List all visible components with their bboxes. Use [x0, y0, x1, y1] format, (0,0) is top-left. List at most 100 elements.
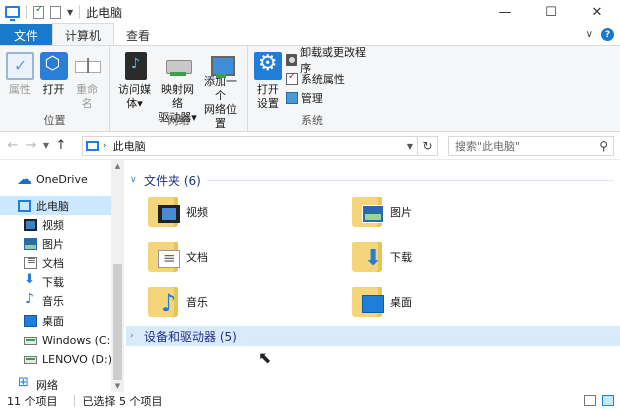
system-properties-icon: [285, 71, 298, 85]
tab-view[interactable]: 查看: [114, 24, 162, 46]
up-arrow-icon[interactable]: ↑: [52, 138, 70, 153]
folder-documents[interactable]: 文档: [148, 235, 328, 279]
folder-music[interactable]: 音乐: [148, 280, 328, 324]
nav-item-drive-d[interactable]: LENOVO (D:): [24, 350, 112, 369]
devices-section-title: 设备和驱动器 (5): [144, 329, 237, 344]
settings-gear-icon: [253, 51, 282, 80]
minimize-button[interactable]: —: [482, 0, 528, 24]
nav-scroll-thumb[interactable]: [113, 264, 122, 380]
folder-pictures[interactable]: 图片: [352, 190, 532, 234]
onedrive-icon: [17, 170, 32, 188]
address-bar[interactable]: › 此电脑 ▼ ↻: [82, 136, 438, 156]
nav-item-downloads[interactable]: 下载: [24, 272, 64, 291]
scroll-up-icon[interactable]: ▲: [111, 160, 124, 172]
desktop-icon: [24, 314, 37, 327]
breadcrumb-chevron-icon[interactable]: ›: [103, 141, 107, 151]
item-count: 11 个项目: [7, 395, 58, 408]
divider: [26, 5, 27, 19]
nav-item-videos[interactable]: 视频: [24, 215, 64, 234]
uninstall-program-button[interactable]: 卸载或更改程序: [285, 46, 372, 75]
collapse-chevron-icon[interactable]: ∨: [130, 175, 144, 185]
folder-label: 下载: [390, 251, 412, 264]
documents-icon: [24, 254, 37, 269]
nav-item-drive-c[interactable]: Windows (C:): [24, 331, 115, 350]
search-icon[interactable]: ⚲: [599, 139, 608, 153]
folder-label: 图片: [390, 206, 412, 219]
music-icon: [24, 291, 37, 307]
nav-item-music[interactable]: 音乐: [24, 291, 64, 310]
folder-videos[interactable]: 视频: [148, 190, 328, 234]
drive-icon: [24, 336, 37, 345]
window-title: 此电脑: [86, 5, 123, 20]
manage-label: 管理: [300, 91, 323, 105]
folder-downloads[interactable]: 下载: [352, 235, 532, 279]
nav-item-documents[interactable]: 文档: [24, 253, 64, 272]
rename-icon: [73, 52, 102, 80]
open-icon: [39, 52, 68, 80]
scroll-down-icon[interactable]: ▼: [111, 380, 124, 392]
folders-section-header[interactable]: ∨ 文件夹 (6): [130, 170, 614, 190]
nav-label: 文档: [42, 256, 64, 270]
nav-item-this-pc[interactable]: 此电脑: [0, 196, 111, 215]
folder-icon: [148, 242, 180, 272]
ribbon-group-system: 打开设置 卸载或更改程序 系统属性 管理 系统: [248, 46, 376, 131]
nav-label: 音乐: [42, 294, 64, 308]
nav-scrollbar[interactable]: ▲ ▼: [111, 160, 124, 392]
folder-desktop[interactable]: 桌面: [352, 280, 532, 324]
folder-label: 视频: [186, 206, 208, 219]
address-row: ← → ▼ ↑ › 此电脑 ▼ ↻ 搜索"此电脑" ⚲: [0, 132, 620, 160]
nav-label: LENOVO (D:): [42, 353, 113, 366]
forward-arrow-icon[interactable]: →: [22, 138, 40, 153]
system-properties-label: 系统属性: [300, 72, 345, 86]
nav-item-onedrive[interactable]: OneDrive: [17, 170, 88, 189]
nav-label: 下载: [42, 275, 64, 289]
folder-label: 桌面: [390, 296, 412, 309]
refresh-icon[interactable]: ↻: [417, 137, 437, 155]
manage-icon: [285, 91, 298, 104]
maximize-button[interactable]: ☐: [528, 0, 574, 24]
quick-access-toolbar: ▼: [0, 4, 81, 21]
properties-icon: [5, 52, 34, 80]
section-divider: [206, 179, 614, 181]
this-pc-window-icon[interactable]: [5, 6, 20, 21]
nav-label: 网络: [36, 378, 58, 392]
videos-icon: [158, 205, 180, 223]
group-label-network: 网络: [167, 114, 190, 127]
system-properties-button[interactable]: 系统属性: [285, 71, 372, 86]
downloads-icon: [362, 246, 384, 271]
window-controls: — ☐ ✕: [482, 0, 620, 24]
nav-item-desktop[interactable]: 桌面: [24, 311, 64, 330]
help-icon[interactable]: ?: [601, 28, 614, 41]
open-label: 打开: [42, 83, 65, 96]
devices-section-header[interactable]: › 设备和驱动器 (5): [126, 326, 620, 346]
tab-file[interactable]: 文件: [0, 24, 52, 46]
expand-chevron-icon[interactable]: ›: [130, 331, 144, 341]
nav-label: 图片: [42, 237, 64, 251]
nav-label: 视频: [42, 218, 64, 232]
back-arrow-icon[interactable]: ←: [4, 138, 22, 153]
new-folder-quick-icon[interactable]: [50, 5, 61, 19]
tab-computer[interactable]: 计算机: [52, 23, 115, 46]
uninstall-icon: [285, 53, 298, 66]
tiles-view-icon[interactable]: [602, 395, 614, 406]
details-view-icon[interactable]: [584, 395, 596, 406]
expand-ribbon-chevron-icon[interactable]: ∨: [586, 29, 593, 40]
nav-item-pictures[interactable]: 图片: [24, 234, 64, 253]
pictures-icon: [24, 237, 37, 250]
customize-toolbar-dropdown-icon[interactable]: ▼: [67, 8, 73, 17]
manage-button[interactable]: 管理: [285, 90, 372, 105]
search-box[interactable]: 搜索"此电脑" ⚲: [448, 136, 614, 156]
recent-locations-dropdown-icon[interactable]: ▼: [40, 141, 52, 150]
selection-count: 已选择 5 个项目: [82, 395, 163, 408]
folder-label: 音乐: [186, 296, 208, 309]
network-drive-icon: [164, 52, 192, 80]
divider: [79, 5, 81, 19]
view-toggle: [584, 395, 614, 406]
access-media-label: 访问媒体▾: [118, 83, 151, 110]
drive-icon: [24, 355, 37, 364]
breadcrumb-this-pc[interactable]: 此电脑: [113, 138, 146, 154]
nav-label: 桌面: [42, 314, 64, 328]
close-button[interactable]: ✕: [574, 0, 620, 24]
properties-quick-icon[interactable]: [33, 4, 44, 19]
address-dropdown-icon[interactable]: ▼: [407, 142, 413, 151]
